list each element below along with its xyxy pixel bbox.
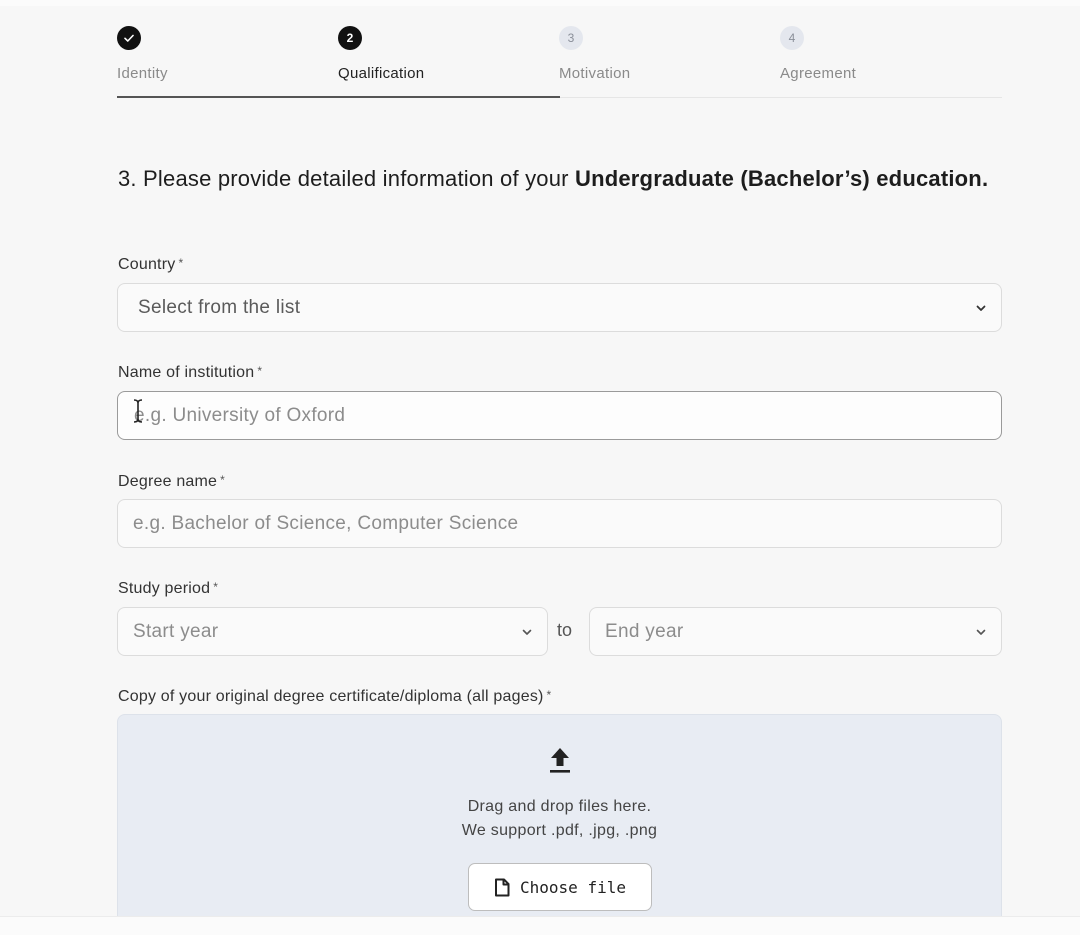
- upload-icon: [550, 748, 570, 773]
- certificate-label-text: Copy of your original degree certificate…: [118, 688, 544, 705]
- certificate-label: Copy of your original degree certificate…: [118, 688, 551, 706]
- institution-input[interactable]: e.g. University of Oxford: [117, 391, 1002, 440]
- step-qualification-number: 2: [338, 26, 362, 50]
- required-mark: *: [220, 473, 226, 487]
- country-label-text: Country: [118, 256, 176, 273]
- required-mark: *: [546, 688, 552, 702]
- step-agreement[interactable]: 4 Agreement: [780, 24, 1001, 98]
- choose-file-label: Choose file: [520, 877, 626, 897]
- step-motivation-number: 3: [559, 26, 583, 50]
- degree-label: Degree name *: [118, 473, 225, 491]
- degree-input[interactable]: e.g. Bachelor of Science, Computer Scien…: [117, 499, 1002, 548]
- chevron-down-icon: [522, 629, 532, 635]
- question-heading: 3. Please provide detailed information o…: [118, 164, 1018, 194]
- step-agreement-number: 4: [780, 26, 804, 50]
- choose-file-button[interactable]: Choose file: [468, 863, 652, 911]
- end-year-select[interactable]: End year: [589, 607, 1002, 656]
- institution-placeholder: e.g. University of Oxford: [134, 404, 346, 426]
- progress-stepper: Identity 2 Qualification 3 Motivation 4 …: [117, 24, 1002, 100]
- required-mark: *: [257, 364, 263, 378]
- step-motivation-label: Motivation: [559, 65, 631, 82]
- chevron-down-icon: [976, 629, 986, 635]
- text-cursor-icon: [133, 399, 143, 423]
- step-identity[interactable]: Identity: [117, 24, 338, 98]
- file-dropzone[interactable]: Drag and drop files here. We support .pd…: [117, 714, 1002, 924]
- start-year-value: Start year: [133, 620, 219, 642]
- top-edge: [0, 0, 1080, 6]
- step-qualification-label: Qualification: [338, 65, 425, 82]
- start-year-select[interactable]: Start year: [117, 607, 548, 656]
- country-label: Country *: [118, 256, 183, 274]
- institution-label-text: Name of institution: [118, 364, 255, 381]
- required-mark: *: [178, 256, 184, 270]
- question-prefix: 3. Please provide detailed information o…: [118, 166, 575, 191]
- bottom-edge: [0, 916, 1080, 935]
- step-agreement-label: Agreement: [780, 65, 857, 82]
- country-select[interactable]: Select from the list: [117, 283, 1002, 332]
- degree-label-text: Degree name: [118, 473, 218, 490]
- step-identity-circle: [117, 26, 141, 50]
- step-qualification[interactable]: 2 Qualification: [338, 24, 559, 98]
- study-period-label-text: Study period: [118, 580, 211, 597]
- chevron-down-icon: [976, 305, 986, 311]
- file-icon: [495, 878, 510, 896]
- required-mark: *: [213, 580, 219, 594]
- degree-placeholder: e.g. Bachelor of Science, Computer Scien…: [133, 512, 519, 534]
- institution-label: Name of institution *: [118, 364, 262, 382]
- check-icon: [124, 34, 134, 42]
- country-select-value: Select from the list: [138, 296, 301, 318]
- step-identity-label: Identity: [117, 65, 168, 82]
- study-period-label: Study period *: [118, 580, 218, 598]
- dropzone-instruction: Drag and drop files here.: [467, 798, 652, 815]
- progress-fill: [117, 96, 560, 98]
- question-emphasis: Undergraduate (Bachelor’s) education.: [575, 166, 989, 191]
- period-separator: to: [557, 620, 573, 640]
- dropzone-formats: We support .pdf, .jpg, .png: [461, 822, 658, 839]
- end-year-value: End year: [605, 620, 684, 642]
- step-motivation[interactable]: 3 Motivation: [559, 24, 780, 98]
